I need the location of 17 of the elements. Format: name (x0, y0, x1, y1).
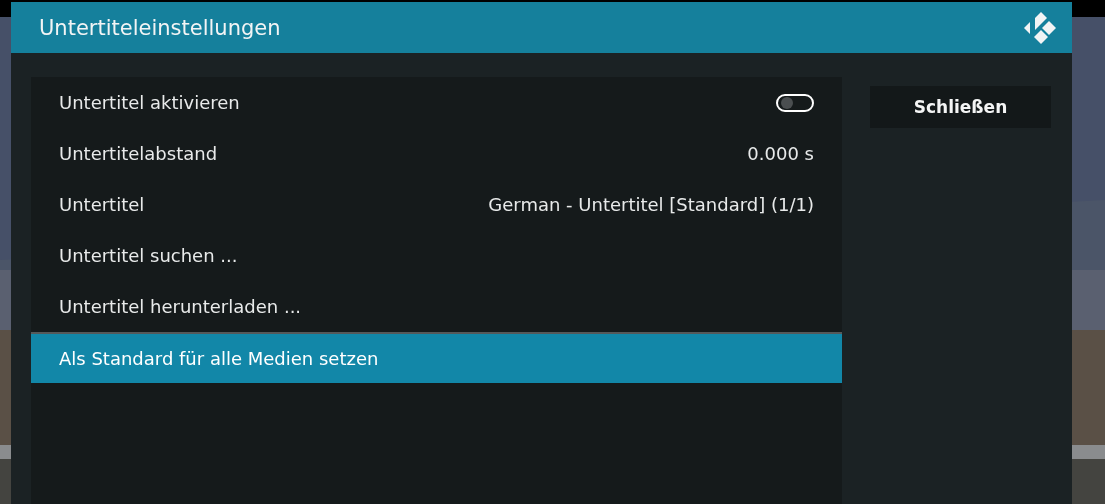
close-button[interactable]: Schließen (870, 86, 1051, 128)
setting-row[interactable]: Untertitel German - Untertitel [Standard] (1/1) (31, 179, 842, 230)
setting-label: Untertitelabstand (59, 143, 218, 164)
setting-row[interactable]: Untertitel herunterladen ... (31, 281, 842, 332)
setting-row[interactable]: Als Standard für alle Medien setzen (31, 332, 842, 383)
dialog-title: Untertiteleinstellungen (39, 15, 281, 40)
toggle-switch[interactable] (776, 93, 814, 112)
setting-label: Untertitel (59, 194, 145, 215)
setting-label: Untertitel suchen ... (59, 245, 238, 266)
setting-label: Als Standard für alle Medien setzen (59, 348, 379, 369)
setting-row[interactable]: Untertitel aktivieren (31, 77, 842, 128)
setting-value: 0.000 s (747, 143, 814, 164)
setting-row[interactable]: Untertitelabstand 0.000 s (31, 128, 842, 179)
setting-value: German - Untertitel [Standard] (1/1) (488, 194, 814, 215)
setting-row[interactable]: Untertitel suchen ... (31, 230, 842, 281)
setting-label: Untertitel herunterladen ... (59, 296, 302, 317)
setting-label: Untertitel aktivieren (59, 92, 240, 113)
